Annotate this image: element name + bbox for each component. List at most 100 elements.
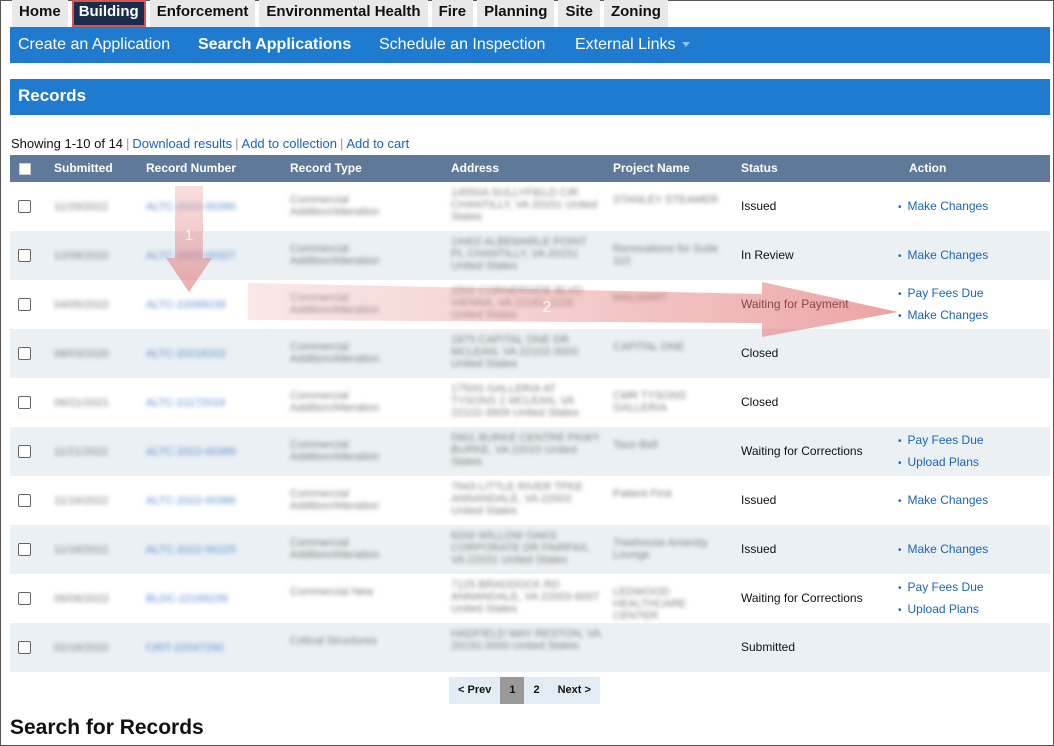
- status-text: Submitted: [741, 640, 796, 654]
- nav-external-links[interactable]: External Links: [575, 27, 690, 63]
- col-record-number[interactable]: Record Number: [146, 155, 236, 181]
- nav-create-application[interactable]: Create an Application: [18, 27, 170, 63]
- make-changes-link[interactable]: Make Changes: [898, 308, 989, 322]
- project-name: WALMART: [613, 292, 668, 304]
- record-number-link[interactable]: ALTC-2022-00390: [146, 201, 236, 213]
- results-summary: Showing 1-10 of 14 | Download results | Add …: [11, 136, 410, 151]
- row-checkbox[interactable]: [18, 200, 31, 213]
- status-text: Waiting for Payment: [741, 297, 849, 311]
- nav-schedule-inspection[interactable]: Schedule an Inspection: [379, 27, 545, 63]
- pay-fees-due-link[interactable]: Pay Fees Due: [898, 433, 984, 447]
- make-changes-link[interactable]: Make Changes: [898, 199, 989, 213]
- nav-search-applications[interactable]: Search Applications: [198, 27, 351, 63]
- table-row: 08/03/2020 ALTC-20218202 Commercial Additi…: [10, 329, 1050, 378]
- record-number-link[interactable]: ALTC-22069239: [146, 299, 226, 311]
- submitted-date: 08/03/2020: [54, 348, 110, 360]
- tab-building[interactable]: Building: [71, 0, 146, 32]
- tab-home[interactable]: Home: [12, 0, 68, 27]
- record-number-link[interactable]: BLDC-22169239: [146, 593, 228, 605]
- tab-fire[interactable]: Fire: [431, 0, 474, 27]
- status-text: In Review: [741, 248, 794, 262]
- tab-environmental-health[interactable]: Environmental Health: [259, 0, 428, 27]
- pay-fees-due-link[interactable]: Pay Fees Due: [898, 286, 984, 300]
- make-changes-link[interactable]: Make Changes: [898, 542, 989, 556]
- submitted-date: 11/16/2022: [54, 495, 109, 507]
- address: 7125 BRADDOCK RD ANNANDALE, VA 22003-600…: [451, 579, 600, 615]
- project-name: LEDWOOD HEALTHCARE CENTER: [613, 586, 687, 622]
- row-checkbox[interactable]: [18, 347, 31, 360]
- record-type: Commercial Addition/Alteration: [290, 243, 380, 267]
- submitted-date: 06/21/2021: [54, 397, 110, 409]
- add-to-collection-link[interactable]: Add to collection: [242, 136, 337, 151]
- nav-external-links-label: External Links: [575, 36, 676, 53]
- record-number-link[interactable]: ALTC-2022-00327: [146, 250, 236, 262]
- project-name: CAPITAL ONE: [613, 341, 685, 353]
- project-name: Renovations for Suite 110: [613, 243, 719, 267]
- upload-plans-link[interactable]: Upload Plans: [898, 602, 979, 616]
- col-address[interactable]: Address: [451, 155, 499, 181]
- project-name: STANLEY STEAMER: [613, 194, 719, 206]
- table-header: Submitted Record Number Record Type Addr…: [10, 155, 1050, 182]
- prev-page-button[interactable]: < Prev: [449, 677, 501, 704]
- select-all-checkbox[interactable]: [19, 163, 31, 175]
- record-number-link[interactable]: ALTC-2022-00389: [146, 446, 236, 458]
- module-tabs: Home Building Enforcement Environmental …: [12, 0, 672, 32]
- tab-site[interactable]: Site: [558, 0, 600, 27]
- status-text: Issued: [741, 542, 777, 556]
- pay-fees-due-link[interactable]: Pay Fees Due: [898, 580, 984, 594]
- table-row: 12/08/2022 ALTC-2022-00327 Commercial Addi…: [10, 231, 1050, 280]
- row-checkbox[interactable]: [18, 494, 31, 507]
- record-type: Commercial Addition/Alteration: [290, 194, 380, 218]
- row-checkbox[interactable]: [18, 249, 31, 262]
- record-type: Commercial Addition/Alteration: [290, 341, 380, 365]
- table-row: 11/16/2022 ALTC-2022-00225 Commercial Addi…: [10, 525, 1050, 574]
- tab-zoning[interactable]: Zoning: [603, 0, 668, 27]
- record-number-link[interactable]: CRIT-22047290: [146, 642, 224, 654]
- col-project-name[interactable]: Project Name: [613, 155, 690, 181]
- table-row: 06/06/2022 BLDC-22169239 Commercial New 712…: [10, 574, 1050, 623]
- record-number-link[interactable]: ALTC-20218202: [146, 348, 226, 360]
- record-number-link[interactable]: ALTC-2022-00225: [146, 544, 236, 556]
- record-type: Commercial Addition/Alteration: [290, 537, 380, 561]
- project-name: Patient First: [613, 488, 672, 500]
- status-text: Waiting for Corrections: [741, 591, 863, 605]
- table-row: 02/16/2022 CRIT-22047290 Critical Structur…: [10, 623, 1050, 672]
- table-row: 11/21/2022 ALTC-2022-00389 Commercial Addi…: [10, 427, 1050, 476]
- download-results-link[interactable]: Download results: [132, 136, 232, 151]
- status-text: Waiting for Corrections: [741, 444, 863, 458]
- next-page-button[interactable]: Next >: [548, 677, 600, 704]
- record-type: Commercial Addition/Alteration: [290, 292, 380, 316]
- table-row: 11/29/2022 ALTC-2022-00390 Commercial Addi…: [10, 182, 1050, 231]
- add-to-cart-link[interactable]: Add to cart: [346, 136, 409, 151]
- upload-plans-link[interactable]: Upload Plans: [898, 455, 979, 469]
- page-2-button[interactable]: 2: [524, 677, 549, 704]
- row-checkbox[interactable]: [18, 396, 31, 409]
- tab-enforcement[interactable]: Enforcement: [149, 0, 256, 27]
- status-text: Closed: [741, 395, 779, 409]
- record-number-link[interactable]: ALTC-2022-00386: [146, 495, 236, 507]
- page-1-button[interactable]: 1: [500, 677, 525, 704]
- row-checkbox[interactable]: [18, 543, 31, 556]
- col-submitted[interactable]: Submitted: [54, 155, 113, 181]
- address: 1875 CAPITAL ONE DR MCLEAN, VA 22102-300…: [451, 334, 578, 370]
- row-checkbox[interactable]: [18, 298, 31, 311]
- row-checkbox[interactable]: [18, 445, 31, 458]
- record-number-link[interactable]: ALTC-21172019: [146, 397, 225, 409]
- col-status[interactable]: Status: [741, 155, 778, 181]
- col-record-type[interactable]: Record Type: [290, 155, 362, 181]
- address: 5901 BURKE CENTRE PKWY BURKE, VA 22015 U…: [451, 432, 600, 468]
- status-text: Issued: [741, 493, 777, 507]
- make-changes-link[interactable]: Make Changes: [898, 248, 989, 262]
- tab-planning[interactable]: Planning: [477, 0, 555, 27]
- make-changes-link[interactable]: Make Changes: [898, 493, 989, 507]
- address: HADFIELD WAY RESTON, VA 20191-0000 Unite…: [451, 628, 601, 652]
- record-type: Commercial Addition/Alteration: [290, 488, 380, 512]
- project-name: CMR TYSONS GALLERIA: [613, 390, 687, 414]
- address: 1500 CORNERSIDE BLVD VIENNA, VA 22182-22…: [451, 285, 583, 321]
- record-type: Critical Structures: [290, 635, 377, 647]
- row-checkbox[interactable]: [18, 592, 31, 605]
- record-type: Commercial Addition/Alteration: [290, 439, 380, 463]
- row-checkbox[interactable]: [18, 641, 31, 654]
- address: 8200 WILLOW OAKS CORPORATE DR FAIRFAX, V…: [451, 530, 591, 566]
- status-text: Closed: [741, 346, 779, 360]
